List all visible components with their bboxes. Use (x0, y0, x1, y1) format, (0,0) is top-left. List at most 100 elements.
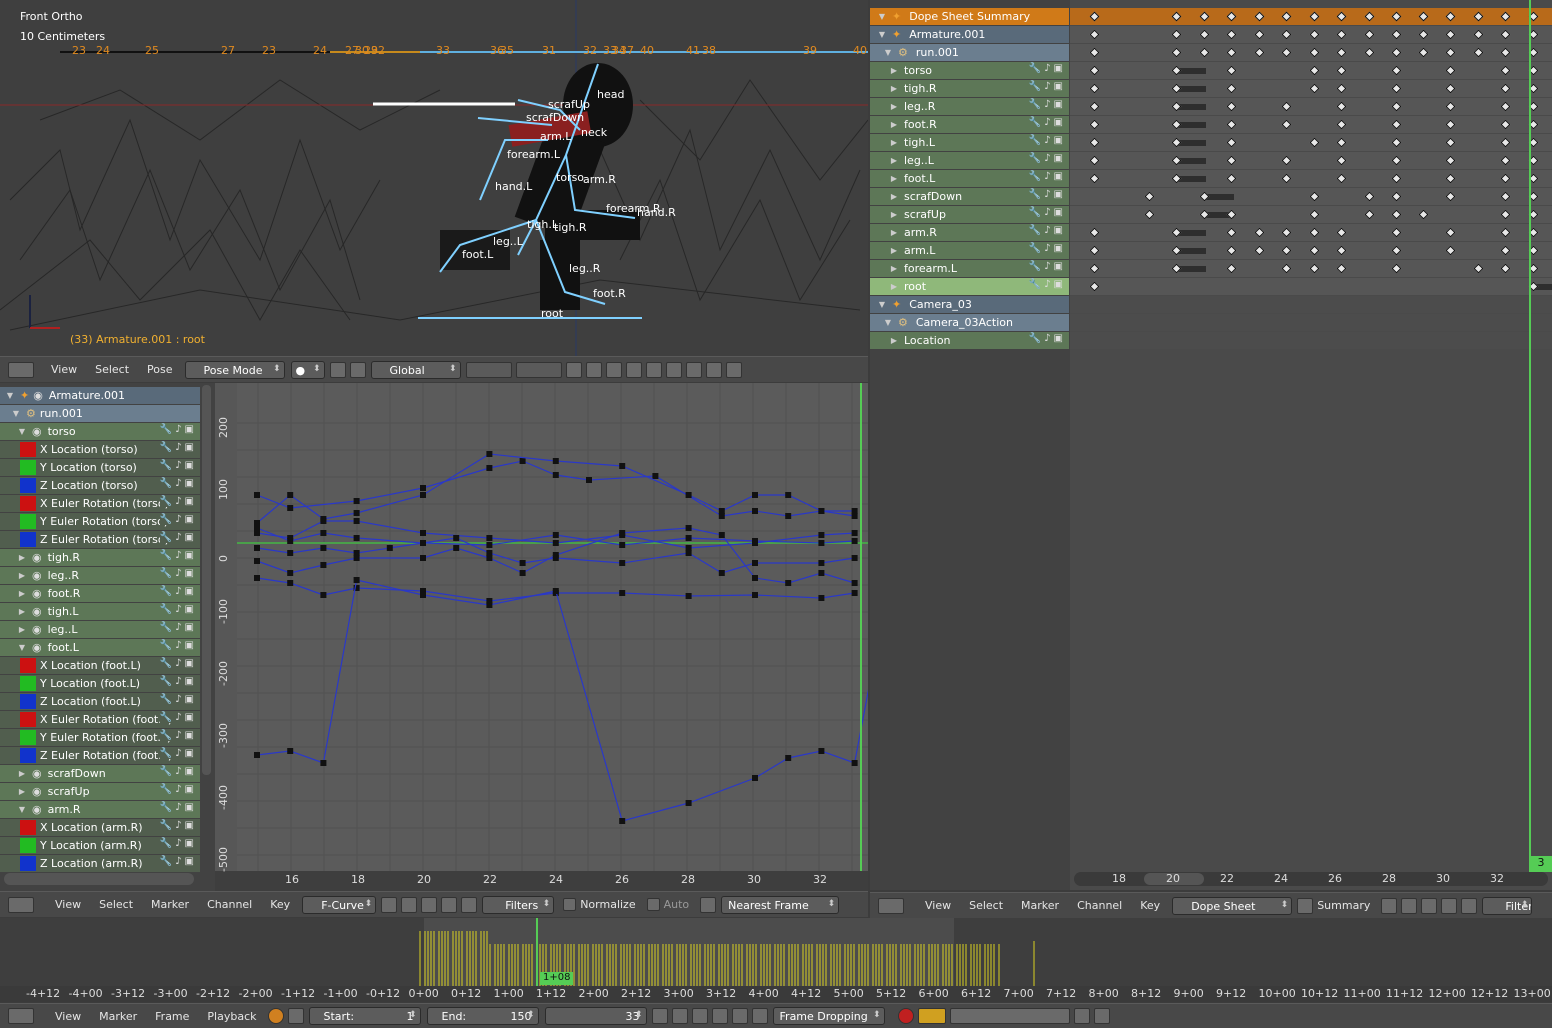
keyframe[interactable] (1089, 65, 1100, 76)
overlay-icon[interactable] (441, 896, 458, 913)
keyframe[interactable] (1445, 137, 1456, 148)
lock-icon[interactable]: ▣ (185, 694, 194, 705)
start-field[interactable]: Start: 1 (308, 1007, 421, 1025)
keyframe[interactable] (1089, 47, 1100, 58)
bone-label-torso[interactable]: torso (556, 171, 584, 184)
graph-channel-row[interactable]: Z Euler Rotation (torso) 🔧 ♪ ▣ (0, 531, 200, 548)
wrench-icon[interactable]: 🔧 (160, 730, 172, 741)
bone-label-head[interactable]: head (597, 88, 624, 101)
graph-channel-row[interactable]: X Location (foot.L) 🔧 ♪ ▣ (0, 657, 200, 674)
keyframe[interactable] (1226, 119, 1237, 130)
keyframe[interactable] (1281, 29, 1292, 40)
bone-label-leg--L[interactable]: leg..L (493, 235, 523, 248)
channel-object[interactable]: ▼ ✦ ◉ Armature.001 (0, 387, 200, 404)
pivot-icon[interactable] (421, 896, 438, 913)
speaker-icon[interactable]: ♪ (1044, 243, 1050, 254)
expand-icon[interactable]: ▶ (888, 138, 900, 147)
keyframe[interactable] (1309, 209, 1320, 220)
keyframe[interactable] (1500, 29, 1511, 40)
menu-marker[interactable]: Marker (142, 898, 198, 911)
speaker-icon[interactable]: ♪ (1044, 81, 1050, 92)
expand-icon[interactable]: ▶ (888, 174, 900, 183)
lock-icon[interactable]: ▣ (185, 784, 194, 795)
wrench-icon[interactable]: 🔧 (160, 712, 172, 723)
dopesheet-editor-icon[interactable] (878, 897, 904, 914)
menu-channel[interactable]: Channel (198, 898, 261, 911)
channel-color-swatch[interactable] (20, 460, 36, 475)
keyframe[interactable] (1254, 245, 1265, 256)
current-frame-field[interactable]: 33 (544, 1007, 647, 1025)
keyframe[interactable] (1089, 83, 1100, 94)
bone-label-root[interactable]: root (541, 307, 563, 320)
lock-icon[interactable]: ▣ (185, 658, 194, 669)
bone-label-scrafDown[interactable]: scrafDown (526, 111, 584, 124)
keyframe[interactable] (1500, 65, 1511, 76)
graph-channel-row[interactable]: ▶ ◉ tigh.R 🔧 ♪ ▣ (0, 549, 200, 566)
keyframe[interactable] (1391, 11, 1402, 22)
orientation-select[interactable]: Global (370, 360, 461, 379)
keyframe[interactable] (1281, 245, 1292, 256)
channel-color-swatch[interactable] (20, 730, 36, 745)
graph-channel-row[interactable]: ▼ ◉ foot.L 🔧 ♪ ▣ (0, 639, 200, 656)
graph-channel-row[interactable]: Y Location (torso) 🔧 ♪ ▣ (0, 459, 200, 476)
keyframe[interactable] (1500, 173, 1511, 184)
timeline-cursor[interactable] (536, 918, 538, 988)
graph-channel-row[interactable]: ▶ ◉ scrafDown 🔧 ♪ ▣ (0, 765, 200, 782)
keyframe[interactable] (1281, 101, 1292, 112)
speaker-icon[interactable]: ♪ (175, 532, 181, 543)
viewport-3d[interactable]: Front Ortho 10 Centimeters (33) Armature… (0, 0, 868, 356)
bone-label-arm-L[interactable]: arm.L (540, 130, 571, 143)
lock-icon[interactable] (287, 1008, 304, 1024)
expand-icon[interactable]: ▶ (888, 210, 900, 219)
dopesheet-channel-row[interactable]: ▶ leg..R 🔧 ♪ ▣ (870, 98, 1069, 115)
lock-icon[interactable]: ▣ (185, 748, 194, 759)
keyframe[interactable] (1309, 137, 1320, 148)
dopesheet-channel-row[interactable]: ▶ arm.L 🔧 ♪ ▣ (870, 242, 1069, 259)
keyframe[interactable] (1445, 155, 1456, 166)
graph-channel-row[interactable]: Z Location (arm.R) 🔧 ♪ ▣ (0, 855, 200, 872)
graph-channel-row[interactable]: ▶ ◉ leg..R 🔧 ♪ ▣ (0, 567, 200, 584)
keyframe[interactable] (1226, 227, 1237, 238)
dopesheet-mode-select[interactable]: Dope Sheet (1172, 896, 1293, 915)
menu-select[interactable]: Select (960, 899, 1012, 912)
keyframe[interactable] (1089, 281, 1100, 292)
wrench-icon[interactable]: 🔧 (1029, 81, 1041, 92)
keyframe[interactable] (1089, 29, 1100, 40)
expand-icon[interactable]: ▶ (888, 102, 900, 111)
keyframe[interactable] (1336, 245, 1347, 256)
wrench-icon[interactable]: 🔧 (1029, 171, 1041, 182)
eye-icon[interactable]: ◉ (32, 803, 42, 816)
dopesheet-channel-row[interactable]: ▶ tigh.R 🔧 ♪ ▣ (870, 80, 1069, 97)
speaker-icon[interactable]: ♪ (175, 856, 181, 867)
keyframe[interactable] (1445, 47, 1456, 58)
channel-color-swatch[interactable] (20, 514, 36, 529)
keyframe[interactable] (1089, 155, 1100, 166)
keyframe[interactable] (1336, 101, 1347, 112)
pivot-icon[interactable] (1421, 897, 1438, 914)
manipulator-icon[interactable] (349, 361, 366, 378)
speaker-icon[interactable]: ♪ (175, 784, 181, 795)
keyframe[interactable] (1500, 101, 1511, 112)
expand-icon[interactable]: ▶ (888, 246, 900, 255)
speaker-icon[interactable]: ♪ (175, 658, 181, 669)
keyframe[interactable] (1391, 101, 1402, 112)
dopesheet-channel-row[interactable]: ▶ scrafDown 🔧 ♪ ▣ (870, 188, 1069, 205)
bone-label-arm-R[interactable]: arm.R (583, 173, 616, 186)
lock-icon[interactable]: ▣ (185, 820, 194, 831)
dopesheet-channel-row[interactable]: ▶ arm.R 🔧 ♪ ▣ (870, 224, 1069, 241)
menu-pose[interactable]: Pose (138, 363, 181, 376)
expand-icon[interactable]: ▶ (888, 264, 900, 273)
keyframe[interactable] (1309, 83, 1320, 94)
wrench-icon[interactable]: 🔧 (160, 586, 172, 597)
graph-channel-row[interactable]: X Euler Rotation (foot.L) 🔧 ♪ ▣ (0, 711, 200, 728)
expand-icon[interactable]: ▶ (16, 769, 28, 778)
speaker-icon[interactable]: ♪ (175, 712, 181, 723)
keyframe[interactable] (1391, 65, 1402, 76)
keyframe[interactable] (1226, 173, 1237, 184)
channel-color-swatch[interactable] (20, 658, 36, 673)
wrench-icon[interactable]: 🔧 (1029, 99, 1041, 110)
keyframe[interactable] (1089, 263, 1100, 274)
keyframe[interactable] (1089, 137, 1100, 148)
eye-icon[interactable]: ◉ (32, 785, 42, 798)
speaker-icon[interactable]: ♪ (175, 604, 181, 615)
